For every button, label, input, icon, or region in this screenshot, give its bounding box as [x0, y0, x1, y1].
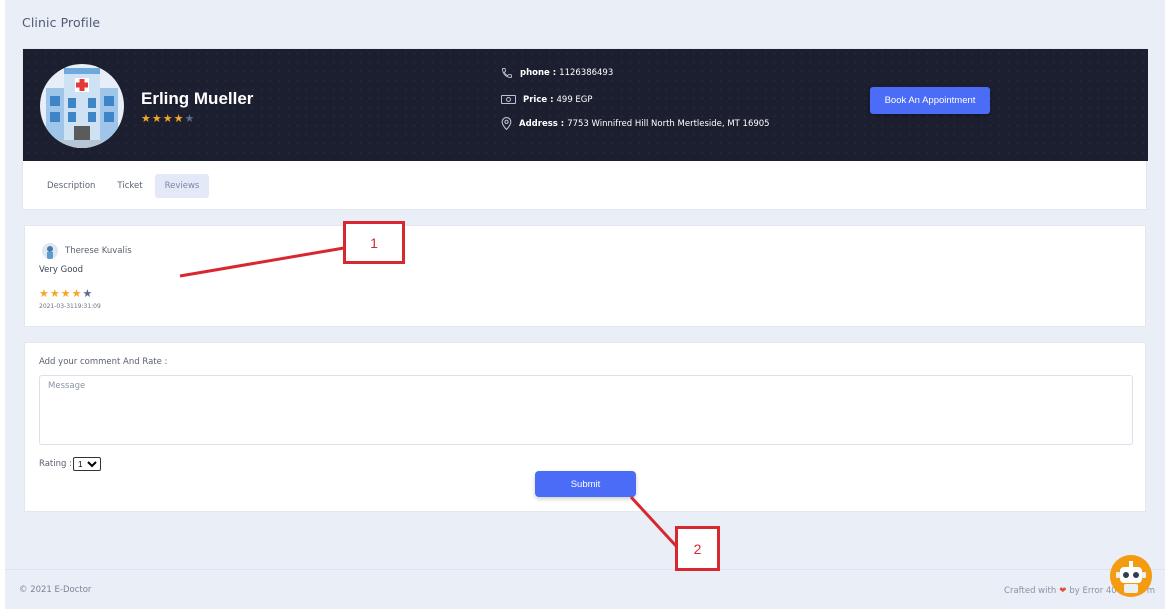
location-icon	[501, 117, 512, 130]
comment-form-label: Add your comment And Rate :	[39, 357, 168, 367]
tab-description[interactable]: Description	[37, 174, 105, 198]
clinic-profile-card: Erling Mueller ★ ★ ★ ★ ★ phone : 1126386493 …	[22, 48, 1148, 210]
profile-hero-banner: Erling Mueller ★ ★ ★ ★ ★ phone : 1126386493 …	[23, 49, 1148, 161]
footer-credit-prefix: Crafted with	[1004, 586, 1057, 596]
star-icon: ★	[184, 112, 195, 125]
page-title: Clinic Profile	[22, 15, 101, 30]
clinic-name: Erling Mueller	[141, 89, 254, 108]
submit-button[interactable]: Submit	[535, 471, 636, 497]
phone-icon	[502, 68, 512, 78]
annotation-1-box: 1	[343, 221, 405, 264]
address-label: Address :	[519, 118, 565, 129]
tab-reviews[interactable]: Reviews	[154, 174, 210, 198]
annotation-2-box: 2	[675, 526, 720, 571]
profile-tabs: Description Ticket Reviews	[37, 174, 211, 198]
reviewer-name: Therese Kuvalis	[65, 246, 132, 256]
footer-divider	[5, 569, 1165, 570]
review-card: Therese Kuvalis Very Good ★ ★ ★ ★ ★ 2021-03-…	[24, 225, 1146, 327]
rating-label: Rating :	[39, 459, 72, 469]
star-icon: ★	[49, 287, 60, 300]
price-value: 499 EGP	[556, 94, 593, 105]
address-info: Address : 7753 Winnifred Hill North Mert…	[501, 117, 770, 130]
price-info: Price : 499 EGP	[501, 94, 593, 105]
book-appointment-button[interactable]: Book An Appointment	[870, 87, 990, 114]
tab-ticket[interactable]: Ticket	[107, 174, 152, 198]
star-icon: ★	[71, 287, 82, 300]
heart-icon: ❤	[1059, 586, 1067, 596]
review-date: 2021-03-3119:31:09	[39, 303, 101, 310]
review-rating-stars: ★ ★ ★ ★ ★	[39, 288, 92, 299]
star-icon: ★	[39, 287, 49, 300]
review-text: Very Good	[39, 265, 83, 275]
address-value: 7753 Winnifred Hill North Mertleside, MT…	[567, 118, 770, 129]
star-icon: ★	[141, 112, 151, 125]
footer-copyright: © 2021 E-Doctor	[19, 585, 92, 595]
star-icon: ★	[151, 112, 162, 125]
rating-select[interactable]: 1	[73, 457, 101, 471]
comment-form-card: Add your comment And Rate : Rating : 1 S…	[24, 342, 1146, 512]
chatbot-icon[interactable]	[1110, 555, 1152, 597]
money-icon	[501, 95, 516, 104]
star-icon: ★	[173, 112, 184, 125]
star-icon: ★	[82, 287, 93, 300]
avatar	[42, 243, 58, 259]
phone-value: 1126386493	[559, 68, 614, 78]
phone-label: phone :	[520, 68, 557, 78]
hospital-icon	[40, 64, 124, 148]
footer-credit-suffix: by Error 40	[1069, 586, 1117, 596]
star-icon: ★	[162, 112, 173, 125]
phone-info: phone : 1126386493	[501, 67, 613, 79]
profile-rating-stars: ★ ★ ★ ★ ★	[141, 113, 194, 124]
price-label: Price :	[523, 94, 554, 105]
message-input[interactable]	[39, 375, 1133, 445]
star-icon: ★	[60, 287, 71, 300]
